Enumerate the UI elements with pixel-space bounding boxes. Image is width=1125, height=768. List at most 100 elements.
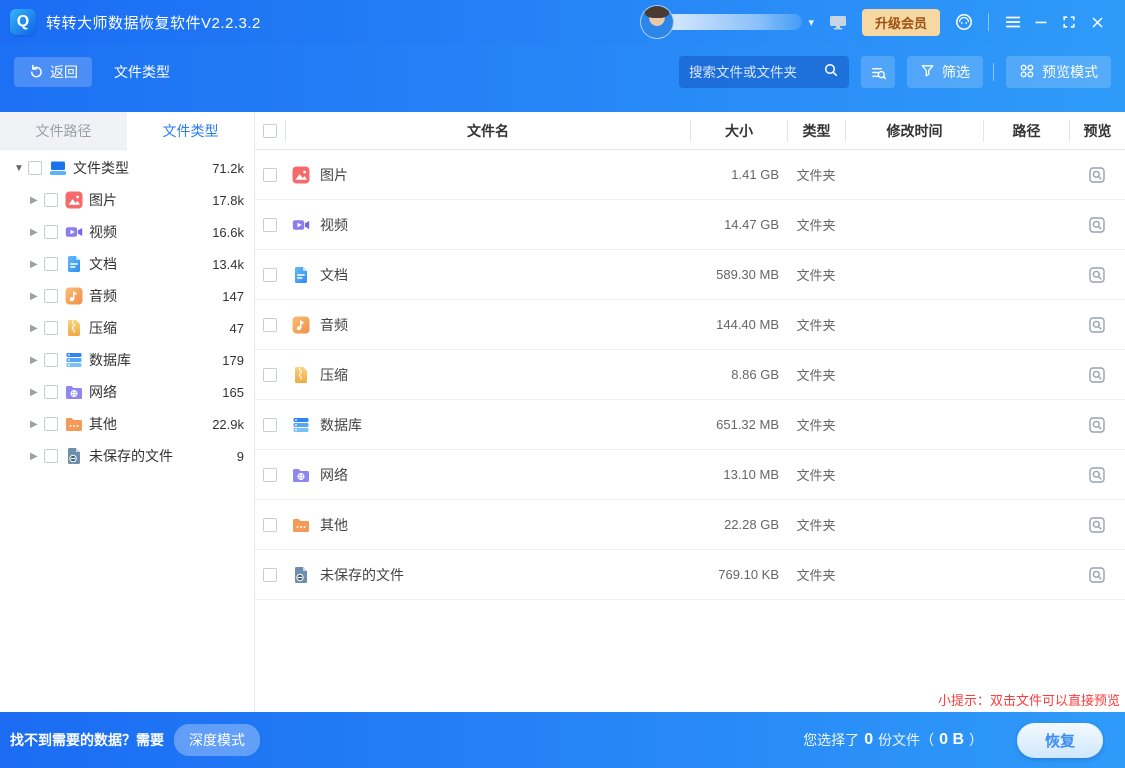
sidebar-item-database[interactable]: ▶数据库179 bbox=[0, 344, 254, 376]
tree-item-label: 文件类型 bbox=[73, 158, 212, 178]
checkbox[interactable] bbox=[263, 418, 277, 432]
file-name-cell: 未保存的文件 bbox=[285, 565, 690, 585]
checkbox[interactable] bbox=[44, 225, 58, 239]
table-row[interactable]: 数据库651.32 MB文件夹 bbox=[255, 400, 1125, 450]
column-header-size[interactable]: 大小 bbox=[690, 120, 787, 142]
sidebar-item-audio[interactable]: ▶音频147 bbox=[0, 280, 254, 312]
sidebar-item-zip[interactable]: ▶压缩47 bbox=[0, 312, 254, 344]
unsaved-icon bbox=[64, 446, 84, 466]
sidebar-item-videos[interactable]: ▶视频16.6k bbox=[0, 216, 254, 248]
checkbox[interactable] bbox=[28, 161, 42, 175]
tree-item-label: 视频 bbox=[89, 222, 212, 242]
filter-button[interactable]: 筛选 bbox=[907, 56, 983, 88]
deep-mode-button[interactable]: 深度模式 bbox=[174, 724, 260, 756]
preview-button[interactable] bbox=[1087, 265, 1107, 285]
deep-scan-text: 找不到需要的数据？需要 bbox=[10, 730, 164, 750]
expand-arrow-icon[interactable]: ▶ bbox=[30, 259, 44, 270]
expand-arrow-icon[interactable]: ▶ bbox=[30, 451, 44, 462]
checkbox[interactable] bbox=[263, 318, 277, 332]
back-button[interactable]: 返回 bbox=[14, 57, 92, 87]
monitor-icon[interactable] bbox=[824, 8, 852, 36]
sidebar-item-images[interactable]: ▶图片17.8k bbox=[0, 184, 254, 216]
expand-arrow-icon[interactable]: ▶ bbox=[30, 355, 44, 366]
preview-button[interactable] bbox=[1087, 215, 1107, 235]
recover-button[interactable]: 恢复 bbox=[1017, 723, 1103, 758]
column-header-preview[interactable]: 预览 bbox=[1069, 120, 1125, 142]
checkbox[interactable] bbox=[44, 289, 58, 303]
preview-mode-button[interactable]: 预览模式 bbox=[1006, 56, 1111, 88]
checkbox[interactable] bbox=[263, 518, 277, 532]
account-chevron-down-icon[interactable]: ▾ bbox=[808, 16, 814, 29]
network-icon bbox=[291, 465, 311, 485]
select-all-checkbox[interactable] bbox=[263, 124, 277, 138]
sidebar-item-docs[interactable]: ▶文档13.4k bbox=[0, 248, 254, 280]
checkbox[interactable] bbox=[263, 268, 277, 282]
checkbox[interactable] bbox=[44, 321, 58, 335]
checkbox[interactable] bbox=[44, 417, 58, 431]
table-row[interactable]: 未保存的文件769.10 KB文件夹 bbox=[255, 550, 1125, 600]
column-header-name[interactable]: 文件名 bbox=[285, 120, 690, 142]
table-row[interactable]: 其他22.28 GB文件夹 bbox=[255, 500, 1125, 550]
preview-button[interactable] bbox=[1087, 415, 1107, 435]
preview-button[interactable] bbox=[1087, 165, 1107, 185]
tab-file-path[interactable]: 文件路径 bbox=[0, 112, 127, 150]
docs-icon bbox=[291, 265, 311, 285]
customer-service-icon[interactable] bbox=[950, 8, 978, 36]
tree-item-label: 音频 bbox=[89, 286, 222, 306]
minimize-button[interactable] bbox=[1027, 8, 1055, 36]
checkbox[interactable] bbox=[44, 193, 58, 207]
search-icon[interactable] bbox=[823, 62, 839, 83]
sidebar-item-unsaved[interactable]: ▶未保存的文件9 bbox=[0, 440, 254, 472]
checkbox[interactable] bbox=[263, 218, 277, 232]
sidebar-item-file-types[interactable]: ▼文件类型71.2k bbox=[0, 152, 254, 184]
collapse-arrow-icon[interactable]: ▼ bbox=[14, 163, 28, 174]
sidebar-item-other[interactable]: ▶其他22.9k bbox=[0, 408, 254, 440]
checkbox[interactable] bbox=[263, 368, 277, 382]
preview-cell bbox=[1069, 415, 1125, 435]
table-row[interactable]: 网络13.10 MB文件夹 bbox=[255, 450, 1125, 500]
column-header-type[interactable]: 类型 bbox=[787, 120, 845, 142]
checkbox[interactable] bbox=[44, 385, 58, 399]
table-row[interactable]: 图片1.41 GB文件夹 bbox=[255, 150, 1125, 200]
close-button[interactable] bbox=[1083, 8, 1111, 36]
maximize-button[interactable] bbox=[1055, 8, 1083, 36]
checkbox[interactable] bbox=[263, 568, 277, 582]
file-name: 音频 bbox=[320, 315, 348, 335]
upgrade-membership-button[interactable]: 升级会员 bbox=[862, 9, 940, 36]
expand-arrow-icon[interactable]: ▶ bbox=[30, 419, 44, 430]
table-row[interactable]: 音频144.40 MB文件夹 bbox=[255, 300, 1125, 350]
selection-size: 0 B bbox=[939, 731, 964, 749]
file-type: 文件夹 bbox=[787, 165, 845, 184]
table-row[interactable]: 压缩8.86 GB文件夹 bbox=[255, 350, 1125, 400]
menu-icon[interactable] bbox=[999, 8, 1027, 36]
tree-item-label: 图片 bbox=[89, 190, 212, 210]
tree-item-label: 未保存的文件 bbox=[89, 446, 237, 466]
checkbox[interactable] bbox=[263, 168, 277, 182]
checkbox[interactable] bbox=[44, 449, 58, 463]
checkbox[interactable] bbox=[44, 257, 58, 271]
expand-arrow-icon[interactable]: ▶ bbox=[30, 195, 44, 206]
expand-arrow-icon[interactable]: ▶ bbox=[30, 291, 44, 302]
column-header-mtime[interactable]: 修改时间 bbox=[845, 120, 983, 142]
tab-file-type[interactable]: 文件类型 bbox=[127, 112, 254, 150]
preview-button[interactable] bbox=[1087, 515, 1107, 535]
preview-button[interactable] bbox=[1087, 365, 1107, 385]
column-header-path[interactable]: 路径 bbox=[983, 120, 1069, 142]
table-row[interactable]: 文档589.30 MB文件夹 bbox=[255, 250, 1125, 300]
other-icon bbox=[291, 515, 311, 535]
preview-button[interactable] bbox=[1087, 465, 1107, 485]
preview-button[interactable] bbox=[1087, 315, 1107, 335]
table-row[interactable]: 视频14.47 GB文件夹 bbox=[255, 200, 1125, 250]
file-types-icon bbox=[48, 158, 68, 178]
checkbox[interactable] bbox=[44, 353, 58, 367]
user-avatar[interactable] bbox=[640, 5, 674, 39]
sidebar-item-network[interactable]: ▶网络165 bbox=[0, 376, 254, 408]
preview-button[interactable] bbox=[1087, 565, 1107, 585]
expand-arrow-icon[interactable]: ▶ bbox=[30, 227, 44, 238]
search-input[interactable] bbox=[689, 65, 823, 80]
expand-arrow-icon[interactable]: ▶ bbox=[30, 323, 44, 334]
search-box[interactable] bbox=[679, 56, 849, 88]
expand-arrow-icon[interactable]: ▶ bbox=[30, 387, 44, 398]
list-search-button[interactable] bbox=[861, 56, 895, 88]
checkbox[interactable] bbox=[263, 468, 277, 482]
